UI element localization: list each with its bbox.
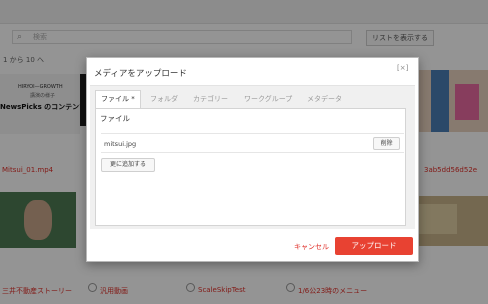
tab-category[interactable]: カテゴリー <box>187 90 234 108</box>
tab-file[interactable]: ファイル * <box>95 90 141 108</box>
dialog-body: ファイル * フォルダ カテゴリー ワークグループ メタデータ ファイル mit… <box>90 85 415 229</box>
file-tab-panel: ファイル mitsui.jpg 削除 更に追加する <box>95 108 406 226</box>
cancel-button[interactable]: キャンセル <box>294 242 329 252</box>
tab-metadata[interactable]: メタデータ <box>301 90 348 108</box>
tab-workgroup[interactable]: ワークグループ <box>238 90 298 108</box>
file-name: mitsui.jpg <box>104 140 137 148</box>
upload-media-dialog: メディアをアップロード [×] ファイル * フォルダ カテゴリー ワークグルー… <box>86 57 419 262</box>
delete-button[interactable]: 削除 <box>373 137 400 150</box>
upload-button[interactable]: アップロード <box>335 237 413 255</box>
dialog-footer: キャンセル アップロード <box>87 230 418 261</box>
dialog-header: メディアをアップロード [×] <box>87 58 418 84</box>
file-row: mitsui.jpg 削除 <box>101 133 404 153</box>
close-button[interactable]: [×] <box>397 64 408 72</box>
panel-heading: ファイル <box>100 114 130 123</box>
tab-folder[interactable]: フォルダ <box>144 90 184 108</box>
add-more-button[interactable]: 更に追加する <box>101 158 155 172</box>
dialog-title: メディアをアップロード <box>94 69 187 79</box>
